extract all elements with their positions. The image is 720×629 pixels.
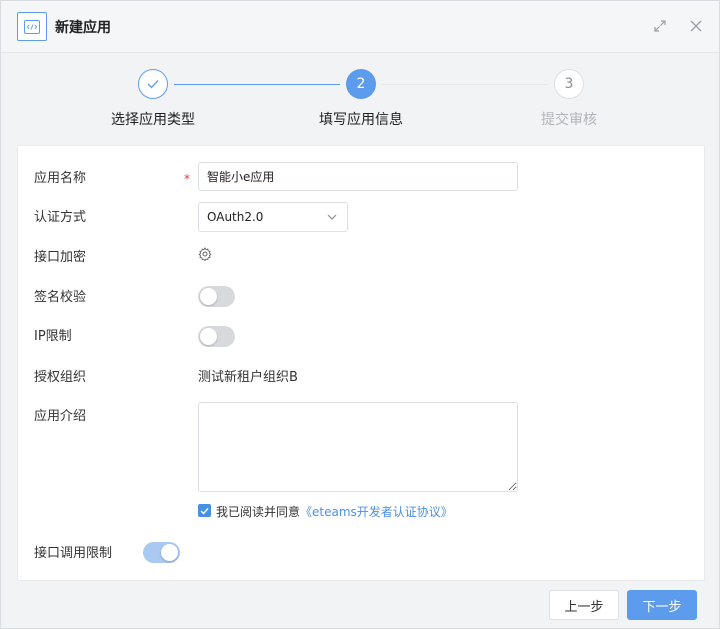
app-name-input[interactable] (198, 162, 518, 191)
step-3-circle: 3 (554, 69, 584, 99)
check-icon (147, 80, 159, 89)
new-app-dialog: 新建应用 2 3 选择应用类型 填写应用信息 提交审核 应用名称 * 智能小e应… (0, 0, 720, 629)
api-encryption-label: 接口加密 (34, 250, 87, 265)
dialog-header: 新建应用 (1, 1, 719, 53)
api-call-limit-toggle[interactable] (143, 542, 180, 563)
maximize-button[interactable] (651, 17, 669, 35)
auth-org-value: 测试新租户组织B (198, 370, 298, 385)
step-2-circle: 2 (346, 69, 376, 99)
toggle-knob (200, 288, 217, 305)
step-2-label: 填写应用信息 (319, 112, 403, 128)
code-icon (17, 12, 47, 41)
required-mark: * (184, 172, 190, 186)
check-icon (200, 507, 209, 515)
api-call-limit-label: 接口调用限制 (34, 546, 113, 561)
app-intro-label: 应用介绍 (34, 409, 87, 424)
step-connector-2 (382, 84, 548, 85)
toggle-knob (200, 328, 217, 345)
prev-step-button[interactable]: 上一步 (549, 590, 619, 620)
chevron-down-icon (327, 214, 337, 220)
agreement-text: 我已阅读并同意《eteams开发者认证协议》 (216, 503, 453, 520)
expand-icon (654, 20, 666, 32)
auth-method-label: 认证方式 (34, 210, 87, 225)
ip-limit-label: IP限制 (34, 329, 72, 344)
gear-icon[interactable] (198, 247, 212, 262)
step-connector-1 (174, 84, 340, 85)
signature-check-label: 签名校验 (34, 290, 87, 305)
auth-org-label: 授权组织 (34, 370, 87, 385)
step-1-label: 选择应用类型 (111, 112, 195, 128)
app-info-form: 应用名称 * 认证方式 OAuth2.0 接口加密 签名校验 IP限制 授权组织… (17, 145, 705, 581)
auth-method-select[interactable]: OAuth2.0 (198, 202, 348, 232)
app-name-label: 应用名称 (34, 171, 87, 186)
step-1-circle (138, 69, 168, 99)
step-3-number: 3 (564, 76, 574, 92)
close-button[interactable] (687, 17, 705, 35)
signature-check-toggle[interactable] (198, 286, 235, 307)
agreement-link[interactable]: 《eteams开发者认证协议》 (300, 505, 453, 519)
next-step-button[interactable]: 下一步 (627, 590, 697, 620)
auth-method-value: OAuth2.0 (207, 210, 264, 224)
agreement-checkbox[interactable] (198, 504, 211, 517)
toggle-knob (161, 544, 178, 561)
app-intro-textarea[interactable] (198, 402, 518, 492)
dialog-title: 新建应用 (55, 20, 111, 36)
step-3-label: 提交审核 (541, 112, 597, 128)
step-2-number: 2 (356, 76, 366, 92)
ip-limit-toggle[interactable] (198, 326, 235, 347)
close-icon (690, 20, 702, 32)
agreement-label: 我已阅读并同意 (216, 505, 301, 519)
